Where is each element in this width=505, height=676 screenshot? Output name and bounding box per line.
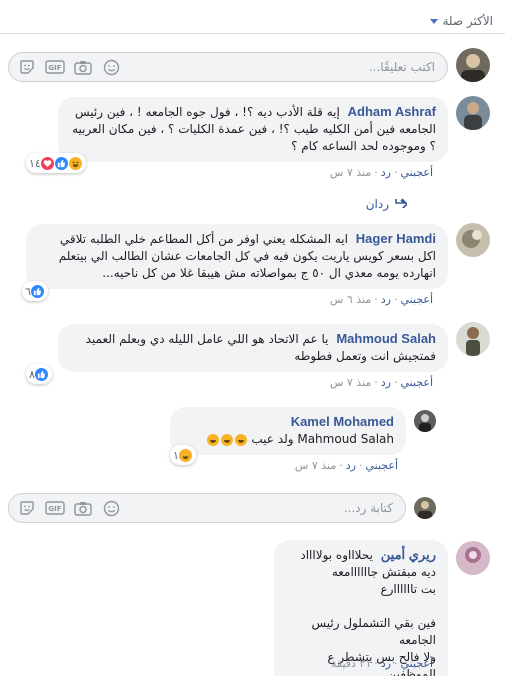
comment-author[interactable]: Mahmoud Salah — [336, 331, 436, 346]
separator-dot: · — [374, 293, 378, 306]
avatar[interactable] — [456, 223, 490, 257]
like-link[interactable]: أعجبني — [400, 376, 433, 389]
separator-dot: · — [393, 376, 398, 389]
separator-dot: · — [374, 657, 378, 670]
comment-author[interactable]: Adham Ashraf — [348, 104, 436, 119]
reaction-summary[interactable]: ٦ — [22, 281, 48, 301]
sticker-icon[interactable] — [17, 499, 37, 517]
comment-author[interactable]: ريري أمين — [381, 547, 436, 562]
separator-dot: · — [393, 657, 398, 670]
sticker-icon[interactable] — [17, 58, 37, 76]
replies-count-label: ردان — [365, 197, 389, 211]
reply-link[interactable]: رد — [381, 293, 391, 306]
gif-icon[interactable]: GIF — [45, 499, 65, 517]
reply-link[interactable]: رد — [381, 657, 391, 670]
separator-dot: · — [374, 166, 378, 179]
like-link[interactable]: أعجبني — [400, 657, 433, 670]
reply-bubble: Kamel Mohamed Mahmoud Salah ولد عيب — [170, 407, 406, 455]
comment-actions: أعجبني·رد·٣١ دقيقة — [331, 657, 433, 670]
sort-label: الأكثر صلة — [442, 14, 493, 28]
reaction-summary[interactable]: ١ — [170, 445, 196, 465]
comment-timestamp[interactable]: منذ ٧ س — [330, 376, 371, 389]
avatar[interactable] — [456, 322, 490, 356]
comment-placeholder: اكتب تعليقًا... — [368, 60, 435, 74]
avatar[interactable] — [414, 410, 436, 432]
comment-bubble: Adham Ashraf إيه قلة الأدب ديه ؟! ، فول … — [58, 97, 448, 162]
comment-bubble: Hager Hamdi ايه المشكله يعني اوفر من أكل… — [26, 224, 448, 289]
reply-arrow-icon — [395, 197, 409, 211]
comment-actions: أعجبني·رد·منذ ٧ س — [330, 376, 433, 389]
reply-link[interactable]: رد — [381, 166, 391, 179]
separator-dot: · — [339, 459, 343, 472]
haha-reaction-icon — [67, 155, 83, 171]
like-link[interactable]: أعجبني — [400, 293, 433, 306]
comment-author[interactable]: Hager Hamdi — [356, 231, 436, 246]
comment-actions: أعجبني·رد·منذ ٧ س — [295, 459, 398, 472]
avatar[interactable] — [456, 541, 490, 575]
comment-actions: أعجبني·رد·منذ ٦ س — [330, 293, 433, 306]
love-reaction-icon — [39, 155, 55, 171]
comment-timestamp[interactable]: ٣١ دقيقة — [331, 657, 371, 670]
like-reaction-icon — [29, 283, 45, 299]
camera-icon[interactable] — [73, 499, 93, 517]
emoji-icon[interactable] — [101, 499, 121, 517]
like-link[interactable]: أعجبني — [400, 166, 433, 179]
separator-dot: · — [393, 293, 398, 306]
comment-actions: أعجبني·رد·منذ ٧ س — [330, 166, 433, 179]
gif-icon[interactable]: GIF — [45, 58, 65, 76]
comment-bubble: Mahmoud Salah يا عم الاتحاد هو اللي عامل… — [58, 324, 448, 372]
comment-bubble: ريري أمين يحلاااوه بولااااد ديه مبقتش جا… — [274, 540, 448, 676]
comment-timestamp[interactable]: منذ ٦ س — [330, 293, 371, 306]
reaction-summary[interactable]: ٨ — [26, 364, 52, 384]
chevron-down-icon — [430, 18, 439, 24]
reply-input[interactable]: كتابة رد... GIF — [8, 493, 406, 523]
avatar[interactable] — [456, 96, 490, 130]
camera-icon[interactable] — [73, 58, 93, 76]
like-reaction-icon — [53, 155, 69, 171]
comment-text: Mahmoud Salah ولد عيب — [251, 432, 394, 446]
svg-text:GIF: GIF — [48, 505, 61, 513]
like-link[interactable]: أعجبني — [365, 459, 398, 472]
separator-dot: · — [393, 166, 398, 179]
avatar[interactable] — [456, 48, 490, 82]
separator-dot: · — [358, 459, 363, 472]
reply-link[interactable]: رد — [346, 459, 356, 472]
comment-author[interactable]: Kamel Mohamed — [291, 414, 394, 429]
view-replies-link[interactable]: ردان — [365, 197, 409, 211]
comments-sort-bar: الأكثر صلة — [0, 0, 505, 34]
comment-timestamp[interactable]: منذ ٧ س — [295, 459, 336, 472]
sort-dropdown[interactable]: الأكثر صلة — [430, 14, 493, 28]
like-reaction-icon — [33, 366, 49, 382]
haha-reaction-icon — [177, 447, 193, 463]
comment-timestamp[interactable]: منذ ٧ س — [330, 166, 371, 179]
svg-text:GIF: GIF — [48, 64, 61, 72]
reaction-summary[interactable]: ١٤ — [26, 153, 86, 173]
reply-placeholder: كتابة رد... — [343, 501, 393, 515]
comment-input[interactable]: اكتب تعليقًا... GIF — [8, 52, 448, 82]
avatar[interactable] — [414, 497, 436, 519]
reply-link[interactable]: رد — [381, 376, 391, 389]
emoji-icon[interactable] — [101, 58, 121, 76]
haha-emoji-icons — [206, 433, 248, 447]
separator-dot: · — [374, 376, 378, 389]
